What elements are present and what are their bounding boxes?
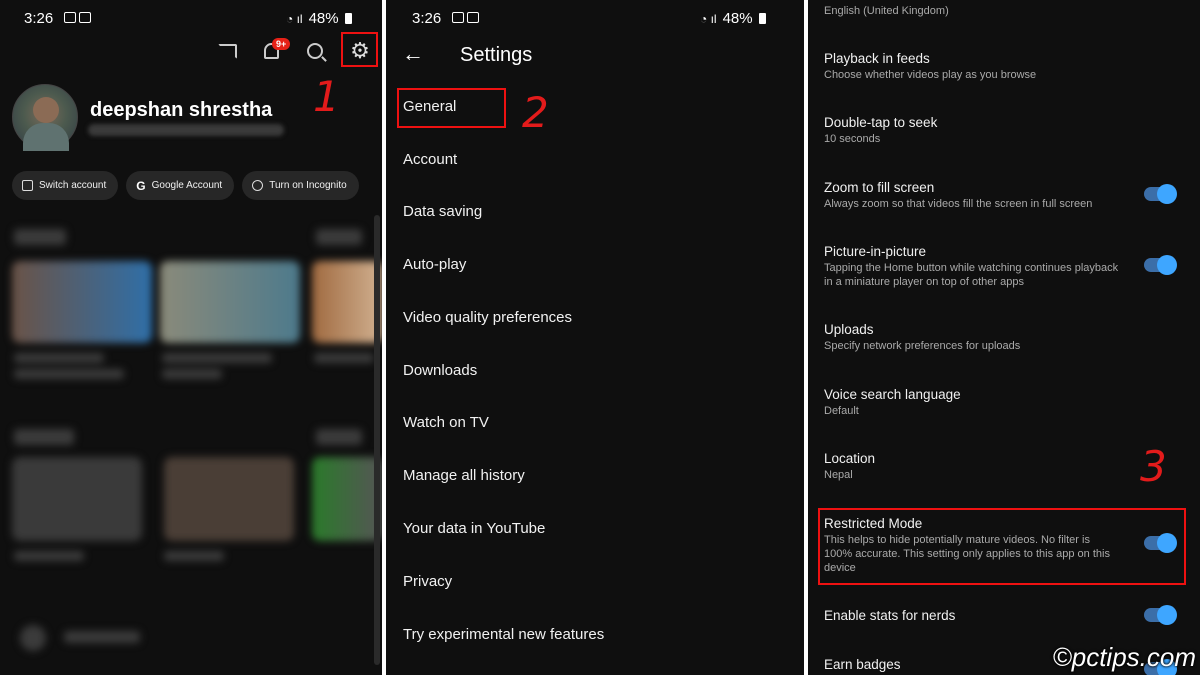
setting-title: Voice search language	[824, 387, 961, 402]
top-bar: 9+ ⚙	[0, 36, 382, 68]
google-account-label: Google Account	[151, 180, 223, 191]
setting-title: Double-tap to seek	[824, 115, 938, 130]
setting-double-tap-seek[interactable]: Double-tap to seek 10 seconds	[824, 114, 1124, 146]
setting-zoom-to-fill[interactable]: Zoom to fill screen Always zoom so that …	[824, 179, 1124, 211]
setting-title: Location	[824, 451, 876, 466]
status-time: 3:26	[24, 10, 54, 27]
setting-voice-search-language[interactable]: Voice search language Default	[824, 386, 1124, 418]
stats-for-nerds-toggle[interactable]	[1144, 605, 1177, 625]
account-chips: Switch account G Google Account Turn on …	[12, 171, 359, 200]
profile-name: deepshan shrestha	[90, 99, 273, 121]
setting-title: Picture-in-picture	[824, 244, 927, 259]
highlight-box-restricted-mode	[818, 508, 1186, 585]
watermark: ©pctips.com	[1052, 642, 1196, 672]
google-g-icon: G	[136, 178, 146, 193]
signal-icon: ◔ ıl	[286, 11, 303, 26]
setting-subtitle: 10 seconds	[824, 133, 881, 145]
setting-subtitle: Always zoom so that videos fill the scre…	[824, 198, 1093, 210]
annotation-step-3: 3	[1140, 442, 1167, 491]
settings-item-privacy[interactable]: Privacy	[403, 573, 452, 590]
settings-item-downloads[interactable]: Downloads	[403, 362, 477, 379]
settings-item-experimental[interactable]: Try experimental new features	[403, 626, 604, 643]
setting-title: Playback in feeds	[824, 51, 930, 66]
profile-panel: 3:26 ◔ ıl 48% 9+ ⚙ 1 deepshan shrestha S…	[0, 0, 382, 675]
status-right: ◔ ıl 48%	[700, 10, 766, 27]
setting-stats-for-nerds[interactable]: Enable stats for nerds	[824, 607, 1124, 624]
switch-account-label: Switch account	[39, 180, 107, 191]
incognito-icon	[252, 180, 264, 191]
battery-icon	[344, 13, 352, 24]
status-bar: 3:26 ◔ ıl 48%	[386, 0, 804, 34]
status-notification-icons	[64, 12, 91, 23]
setting-title: Uploads	[824, 322, 874, 337]
status-right: ◔ ıl 48%	[286, 10, 352, 27]
setting-uploads[interactable]: Uploads Specify network preferences for …	[824, 321, 1124, 353]
setting-title: Zoom to fill screen	[824, 180, 935, 195]
status-notification-icons	[452, 12, 479, 23]
setting-subtitle: Tapping the Home button while watching c…	[824, 262, 1119, 288]
zoom-to-fill-toggle[interactable]	[1144, 184, 1177, 204]
google-account-chip[interactable]: G Google Account	[126, 171, 235, 200]
settings-item-data-saving[interactable]: Data saving	[403, 203, 482, 220]
status-time: 3:26	[412, 10, 442, 27]
battery-text: 48%	[722, 10, 753, 27]
settings-item-manage-history[interactable]: Manage all history	[403, 467, 525, 484]
setting-subtitle: Specify network preferences for uploads	[824, 340, 1021, 352]
signal-icon: ◔ ıl	[700, 11, 717, 26]
setting-playback-in-feeds[interactable]: Playback in feeds Choose whether videos …	[824, 50, 1124, 82]
switch-account-chip[interactable]: Switch account	[12, 171, 119, 200]
setting-subtitle: Choose whether videos play as you browse	[824, 69, 1037, 81]
avatar[interactable]	[12, 84, 78, 151]
language-value-partial: English (United Kingdom)	[824, 5, 949, 17]
setting-title: Enable stats for nerds	[824, 608, 956, 623]
setting-subtitle: Nepal	[824, 469, 853, 481]
incognito-chip[interactable]: Turn on Incognito	[242, 171, 359, 200]
highlight-box-general	[397, 88, 506, 128]
back-arrow-icon[interactable]: ←	[402, 43, 428, 65]
settings-item-auto-play[interactable]: Auto-play	[403, 256, 466, 273]
switch-account-icon	[22, 180, 33, 191]
incognito-label: Turn on Incognito	[269, 180, 347, 191]
battery-icon	[758, 13, 766, 24]
annotation-step-1: 1	[313, 72, 340, 121]
notification-badge: 9+	[272, 38, 291, 50]
annotation-step-2: 2	[522, 88, 549, 137]
picture-in-picture-toggle[interactable]	[1144, 255, 1177, 275]
general-settings-panel: English (United Kingdom) Playback in fee…	[808, 0, 1200, 675]
notifications-button[interactable]: 9+	[256, 36, 291, 66]
search-icon[interactable]	[300, 36, 330, 66]
blurred-handle	[88, 124, 284, 136]
settings-item-account[interactable]: Account	[403, 151, 457, 168]
setting-location[interactable]: Location Nepal	[824, 450, 1124, 482]
scrollbar[interactable]	[374, 215, 380, 665]
blurred-history-section	[0, 215, 382, 675]
highlight-box-settings	[341, 32, 378, 67]
settings-item-video-quality[interactable]: Video quality preferences	[403, 309, 572, 326]
cast-icon[interactable]	[212, 36, 242, 66]
settings-item-watch-on-tv[interactable]: Watch on TV	[403, 414, 489, 431]
page-title: Settings	[460, 44, 533, 66]
settings-item-your-data[interactable]: Your data in YouTube	[403, 520, 545, 537]
setting-subtitle: Default	[824, 405, 859, 417]
settings-panel: 3:26 ◔ ıl 48% ← Settings General Account…	[386, 0, 804, 675]
battery-text: 48%	[308, 10, 339, 27]
status-bar: 3:26 ◔ ıl 48%	[0, 0, 382, 34]
setting-picture-in-picture[interactable]: Picture-in-picture Tapping the Home butt…	[824, 243, 1124, 289]
